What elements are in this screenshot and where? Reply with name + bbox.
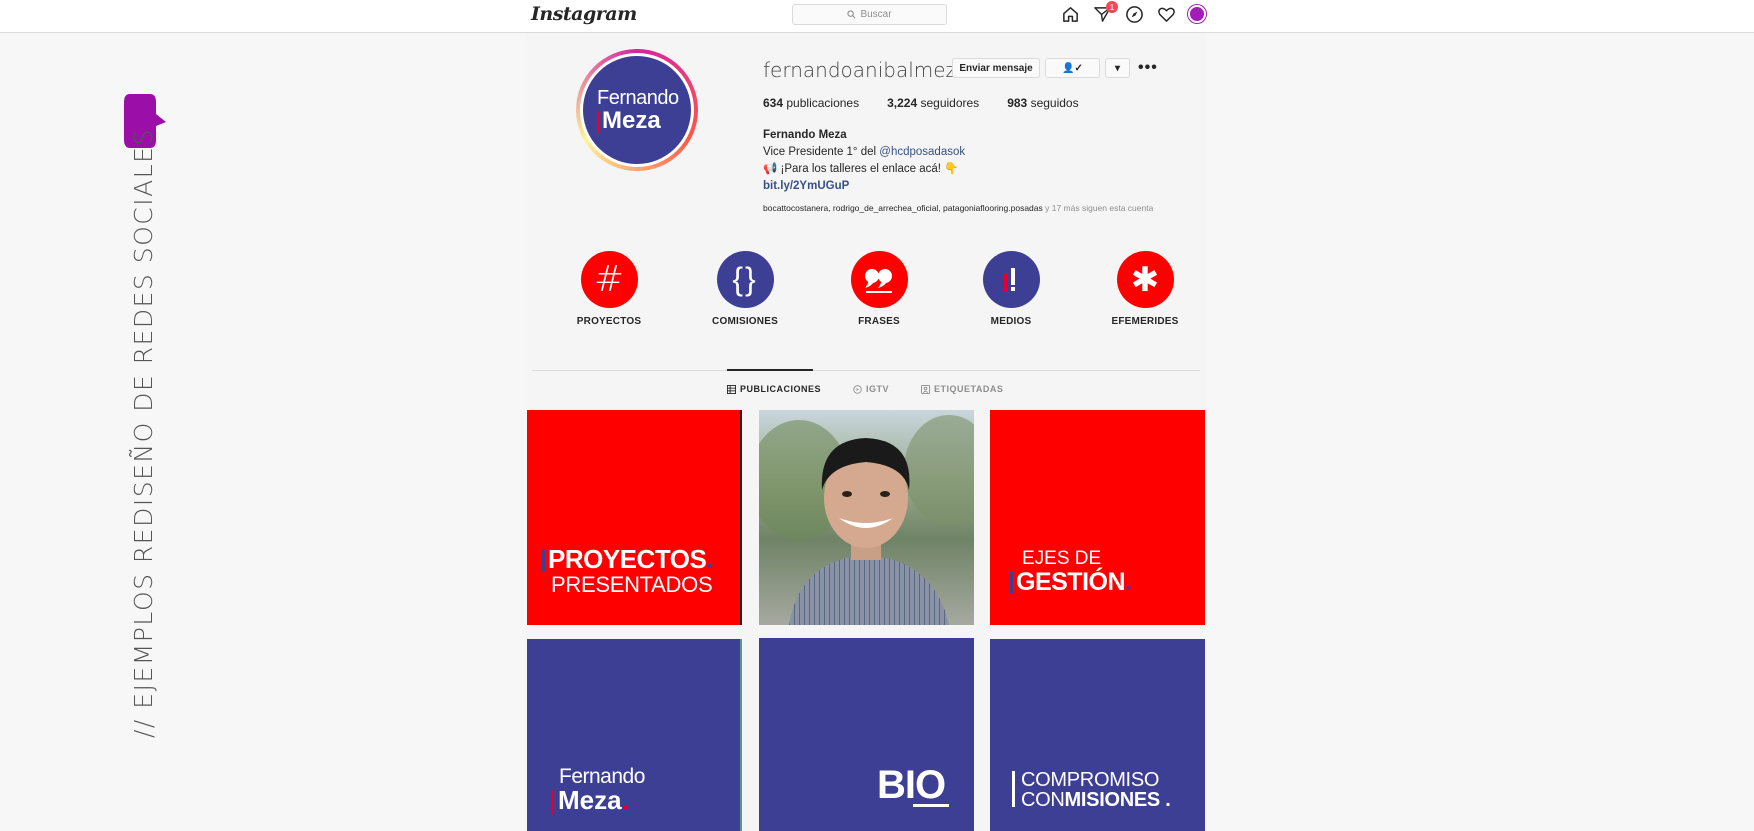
tabs-divider [532, 370, 1200, 371]
red-bar [597, 110, 600, 133]
nav-icons: 1 [1060, 1, 1206, 24]
highlight-label: EFEMERIDES [1111, 316, 1179, 327]
tagged-icon [921, 384, 931, 394]
exclamation-icon [982, 251, 1040, 308]
highlight-comisiones[interactable]: {} COMISIONES [695, 251, 795, 327]
avatar[interactable] [1188, 5, 1206, 23]
post-subtitle: PRESENTADOS [551, 572, 713, 597]
igtv-icon [853, 384, 862, 394]
asterisk-icon: ✱ [1116, 251, 1174, 308]
post-profile-photo[interactable] [759, 410, 974, 625]
active-tab-indicator [727, 369, 813, 371]
post-subtitle: GESTIÓN. [1010, 568, 1132, 597]
highlight-frases[interactable]: FRASES [829, 251, 929, 327]
followers-stat[interactable]: 3,224 seguidores [887, 96, 979, 110]
braces-icon: {} [716, 251, 774, 308]
home-icon[interactable] [1060, 4, 1080, 24]
bio-line2: 📢 ¡Para los talleres el enlace acá! 👇 [763, 163, 959, 175]
send-message-button[interactable]: Enviar mensaje [952, 58, 1040, 78]
notification-badge: 1 [1106, 1, 1118, 13]
avatar-line2: Meza [602, 107, 661, 135]
highlight-label: COMISIONES [712, 316, 778, 327]
highlight-efemerides[interactable]: ✱ EFEMERIDES [1095, 251, 1195, 327]
post-compromiso-con-misiones[interactable]: COMPROMISO CONMISIONES . [990, 639, 1205, 831]
bio-link[interactable]: bit.ly/2YmUGuP [763, 178, 965, 195]
underline-decoration [913, 804, 949, 807]
post-bio[interactable]: BIO [759, 638, 974, 831]
search-icon [847, 10, 856, 19]
following-button[interactable]: 👤✓ [1045, 58, 1100, 78]
post-title: EJES DE [1022, 548, 1102, 569]
search-input[interactable]: Buscar [792, 4, 947, 25]
tab-igtv[interactable]: IGTV [853, 384, 889, 394]
post-proyectos-presentados[interactable]: PROYECTOS. PRESENTADOS [527, 410, 742, 625]
followed-by[interactable]: bocattocostanera, rodrigo_de_arrechea_of… [763, 203, 1153, 213]
grid-icon [727, 384, 736, 394]
heart-icon[interactable] [1156, 4, 1176, 24]
post-title: BIO [877, 763, 946, 807]
suggestions-dropdown-button[interactable]: ▾ [1105, 58, 1130, 78]
profile-tabs: PUBLICACIONES IGTV ETIQUETADAS [727, 384, 1003, 394]
post-ejes-de-gestion[interactable]: EJES DE GESTIÓN. [990, 410, 1205, 625]
highlight-proyectos[interactable]: # PROYECTOS [559, 251, 659, 327]
profile-username: fernandoanibalmeza [763, 58, 969, 82]
direct-icon[interactable]: 1 [1092, 1, 1118, 24]
instagram-topbar: Instagram Buscar 1 [0, 0, 1754, 33]
bio-name: Fernando Meza [763, 129, 847, 141]
post-subtitle: Meza. [551, 785, 629, 816]
hashtag-icon: # [580, 251, 638, 308]
quote-icon [850, 251, 908, 308]
slide-canvas: // EJEMPLOS REDISEÑO DE REDES SOCIALES I… [0, 0, 1754, 831]
explore-icon[interactable] [1124, 4, 1144, 24]
highlight-label: FRASES [858, 316, 900, 327]
post-subtitle: CONMISIONES . [1021, 789, 1171, 811]
profile-page: Fernando Meza fernandoanibalmeza Enviar … [527, 33, 1205, 831]
instagram-logo[interactable]: Instagram [531, 3, 637, 25]
search-placeholder: Buscar [860, 9, 892, 20]
posts-stat: 634 publicaciones [763, 96, 860, 110]
bio-line1: Vice Presidente 1° del @hcdposadasok [763, 146, 966, 158]
bio-mention-link[interactable]: @hcdposadasok [879, 146, 965, 158]
profile-bio: Fernando Meza Vice Presidente 1° del @hc… [763, 127, 965, 195]
portrait-image [759, 415, 974, 625]
avatar-logo: Fernando Meza [580, 53, 694, 167]
tab-publicaciones[interactable]: PUBLICACIONES [727, 384, 821, 394]
post-fernando-meza-logo[interactable]: Fernando Meza. [527, 639, 742, 831]
bar-decoration [1012, 771, 1015, 807]
profile-stats: 634 publicaciones 3,224 seguidores 983 s… [763, 96, 1079, 110]
story-highlights: # PROYECTOS {} COMISIONES FRASES MEDIOS … [527, 251, 1205, 331]
highlight-label: MEDIOS [990, 316, 1032, 327]
highlight-medios[interactable]: MEDIOS [961, 251, 1061, 327]
tab-etiquetadas[interactable]: ETIQUETADAS [921, 384, 1003, 394]
profile-avatar[interactable]: Fernando Meza [576, 49, 698, 171]
post-title: PROYECTOS. [542, 544, 713, 575]
highlight-label: PROYECTOS [576, 316, 642, 327]
avatar-line2-wrap: Meza [597, 107, 691, 135]
following-stat[interactable]: 983 seguidos [1007, 96, 1078, 110]
more-options-icon[interactable]: ••• [1138, 59, 1158, 77]
